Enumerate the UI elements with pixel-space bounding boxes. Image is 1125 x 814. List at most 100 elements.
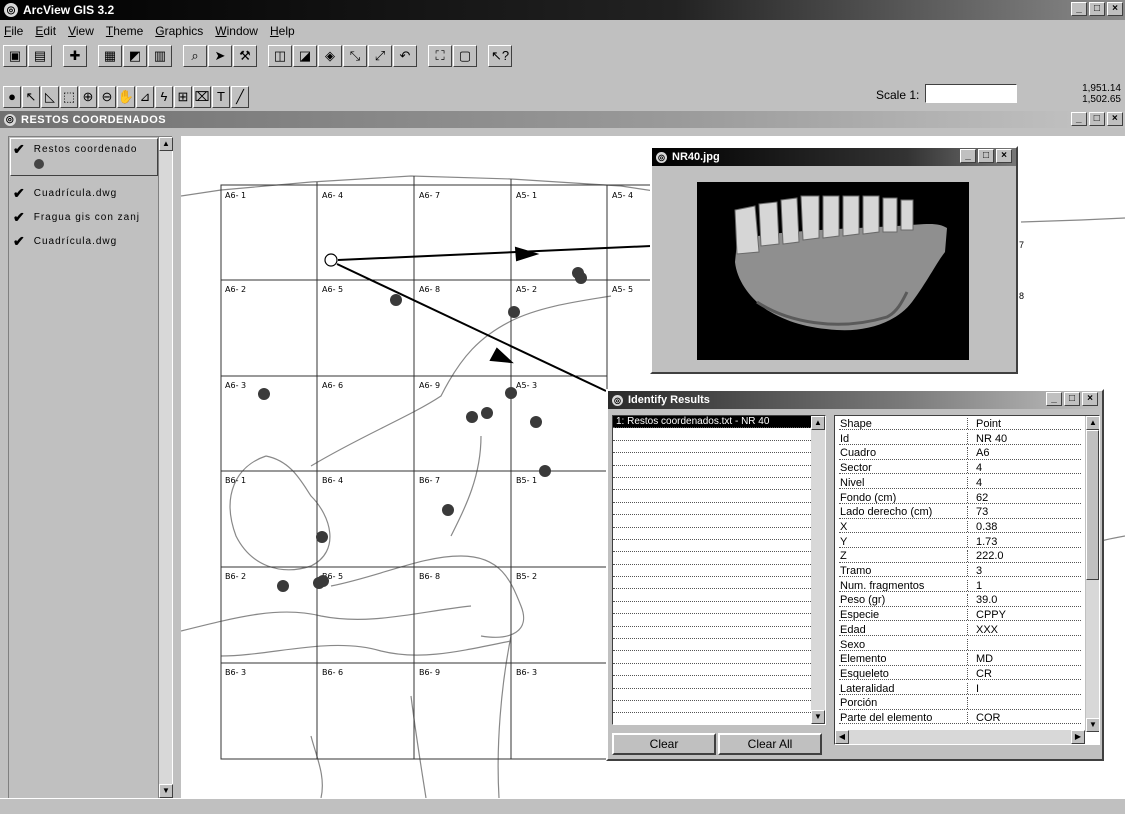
find-point[interactable] bbox=[317, 575, 329, 587]
identify-close-button[interactable]: × bbox=[1082, 392, 1098, 406]
zoom-out-icon[interactable]: ⤢ bbox=[368, 44, 392, 67]
list-item[interactable] bbox=[613, 602, 811, 615]
list-item[interactable] bbox=[613, 627, 811, 640]
zoom-full-icon[interactable]: ◫ bbox=[268, 44, 292, 67]
menu-theme[interactable]: Theme bbox=[106, 24, 143, 38]
list-item[interactable] bbox=[613, 478, 811, 491]
scroll-up-icon[interactable]: ▲ bbox=[811, 416, 825, 430]
find-point[interactable] bbox=[530, 416, 542, 428]
find-point[interactable] bbox=[316, 531, 328, 543]
attribute-table[interactable]: Shape Point Id NR 40 Cuadro A6 Sector 4 Nivel 4 Fo… bbox=[834, 415, 1100, 745]
pointer-icon[interactable]: ↖ bbox=[22, 85, 40, 108]
toc-theme-cuadricula-2[interactable]: ✔ Cuadrícula.dwg bbox=[13, 233, 117, 250]
scroll-right-icon[interactable]: ▶ bbox=[1071, 730, 1085, 744]
toc-theme-fragua[interactable]: ✔ Fragua gis con zanj bbox=[13, 209, 140, 226]
list-item[interactable] bbox=[613, 428, 811, 441]
hotlink-icon[interactable]: ϟ bbox=[155, 85, 173, 108]
view-minimize-button[interactable]: _ bbox=[1071, 112, 1087, 126]
image-window[interactable]: ◎ NR40.jpg _ □ × bbox=[650, 146, 1018, 374]
zoom-out-tool-icon[interactable]: ⊖ bbox=[98, 85, 116, 108]
select-feature-icon[interactable]: ⬚ bbox=[60, 85, 78, 108]
find-point[interactable] bbox=[505, 387, 517, 399]
list-item[interactable] bbox=[613, 540, 811, 553]
open-table-icon[interactable]: ▥ bbox=[148, 44, 172, 67]
measure-icon[interactable]: ⊿ bbox=[136, 85, 154, 108]
image-close-button[interactable]: × bbox=[996, 149, 1012, 163]
scroll-down-icon[interactable]: ▼ bbox=[1086, 718, 1099, 732]
list-item[interactable] bbox=[613, 701, 811, 714]
find-point[interactable] bbox=[481, 407, 493, 419]
find-point[interactable] bbox=[442, 504, 454, 516]
menu-graphics[interactable]: Graphics bbox=[155, 24, 203, 38]
scroll-thumb[interactable] bbox=[1086, 430, 1099, 580]
vertex-edit-icon[interactable]: ◺ bbox=[41, 85, 59, 108]
clear-selection-icon[interactable]: ▢ bbox=[453, 44, 477, 67]
list-item[interactable] bbox=[613, 503, 811, 516]
text-icon[interactable]: T bbox=[212, 85, 230, 108]
attribute-vscrollbar[interactable]: ▲ ▼ bbox=[1085, 416, 1099, 732]
minimize-button[interactable]: _ bbox=[1071, 2, 1087, 16]
locate-address-icon[interactable]: ➤ bbox=[208, 44, 232, 67]
list-item[interactable] bbox=[613, 552, 811, 565]
find-point[interactable] bbox=[258, 388, 270, 400]
find-point[interactable] bbox=[466, 411, 478, 423]
menu-edit[interactable]: Edit bbox=[35, 24, 56, 38]
list-item[interactable] bbox=[613, 651, 811, 664]
clear-all-button[interactable]: Clear All bbox=[718, 733, 822, 755]
menu-view[interactable]: View bbox=[68, 24, 94, 38]
close-button[interactable]: × bbox=[1107, 2, 1123, 16]
toc-theme-cuadricula[interactable]: ✔ Cuadrícula.dwg bbox=[13, 185, 117, 202]
scroll-left-icon[interactable]: ◀ bbox=[835, 730, 849, 744]
find-point[interactable] bbox=[390, 294, 402, 306]
visible-checkbox[interactable]: ✔ bbox=[13, 233, 26, 250]
menu-help[interactable]: Help bbox=[270, 24, 295, 38]
menu-window[interactable]: Window bbox=[215, 24, 258, 38]
list-item[interactable] bbox=[613, 490, 811, 503]
save-icon[interactable]: ▣ bbox=[3, 44, 27, 67]
identified-features-list[interactable]: 1: Restos coordenados.txt - NR 40 ▲ ▼ bbox=[612, 415, 826, 725]
find-icon[interactable]: ⌕ bbox=[183, 44, 207, 67]
visible-checkbox[interactable]: ✔ bbox=[13, 209, 26, 226]
label-icon[interactable]: ⌧ bbox=[193, 85, 211, 108]
find-point[interactable] bbox=[575, 272, 587, 284]
select-features-icon[interactable]: ⛶ bbox=[428, 44, 452, 67]
clear-button[interactable]: Clear bbox=[612, 733, 716, 755]
list-item[interactable] bbox=[613, 689, 811, 701]
zoom-previous-icon[interactable]: ↶ bbox=[393, 44, 417, 67]
identify-maximize-button[interactable]: □ bbox=[1064, 392, 1080, 406]
scroll-up-icon[interactable]: ▲ bbox=[1086, 416, 1099, 430]
list-item[interactable] bbox=[613, 453, 811, 466]
list-item[interactable] bbox=[613, 528, 811, 540]
identify-minimize-button[interactable]: _ bbox=[1046, 392, 1062, 406]
scroll-down-icon[interactable]: ▼ bbox=[811, 710, 825, 724]
list-item[interactable] bbox=[613, 565, 811, 578]
toc-scrollbar[interactable]: ▲ ▼ bbox=[158, 137, 173, 798]
zoom-active-icon[interactable]: ◪ bbox=[293, 44, 317, 67]
identify-icon[interactable]: ● bbox=[3, 85, 21, 108]
edit-legend-icon[interactable]: ◩ bbox=[123, 44, 147, 67]
list-item[interactable] bbox=[613, 577, 811, 590]
list-item[interactable] bbox=[613, 515, 811, 528]
list-item[interactable] bbox=[613, 466, 811, 478]
maximize-button[interactable]: □ bbox=[1089, 2, 1105, 16]
image-minimize-button[interactable]: _ bbox=[960, 149, 976, 163]
list-item[interactable] bbox=[613, 614, 811, 627]
image-maximize-button[interactable]: □ bbox=[978, 149, 994, 163]
draw-line-icon[interactable]: ╱ bbox=[231, 85, 249, 108]
list-item-selected[interactable]: 1: Restos coordenados.txt - NR 40 bbox=[613, 416, 811, 429]
find-point[interactable] bbox=[277, 580, 289, 592]
scroll-up-icon[interactable]: ▲ bbox=[159, 137, 173, 151]
scale-input[interactable] bbox=[925, 84, 1017, 103]
toc-theme-restos[interactable]: ✔ Restos coordenado bbox=[13, 141, 137, 158]
area-of-interest-icon[interactable]: ⊞ bbox=[174, 85, 192, 108]
menu-file[interactable]: File bbox=[4, 24, 23, 38]
theme-properties-icon[interactable]: ▦ bbox=[98, 44, 122, 67]
zoom-in-icon[interactable]: ⤡ bbox=[343, 44, 367, 67]
list-item[interactable] bbox=[613, 441, 811, 454]
identify-results-window[interactable]: ◎ Identify Results _ □ × 1: Restos coord… bbox=[606, 389, 1104, 761]
attribute-hscrollbar[interactable]: ◀ ▶ bbox=[835, 730, 1085, 744]
visible-checkbox[interactable]: ✔ bbox=[13, 141, 26, 158]
view-maximize-button[interactable]: □ bbox=[1089, 112, 1105, 126]
list-scrollbar[interactable]: ▲ ▼ bbox=[811, 416, 825, 724]
selected-point[interactable] bbox=[324, 253, 338, 267]
